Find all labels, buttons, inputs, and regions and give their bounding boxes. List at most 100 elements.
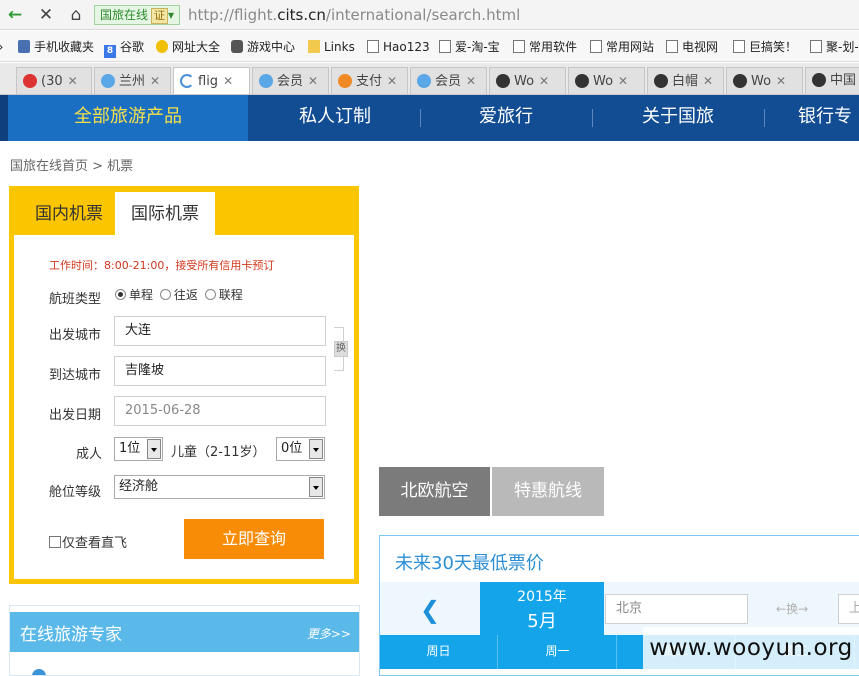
radio-one-way-label: 单程 [129,288,154,302]
favicon-icon [812,73,826,87]
wooyun-icon [575,74,589,88]
home-icon[interactable]: ⌂ [64,4,88,26]
tab-domestic-flights[interactable]: 国内机票 [19,192,119,236]
browser-tab[interactable]: 会员 ✕ [410,67,487,94]
children-select[interactable]: 0位 [276,437,325,461]
search-flights-button[interactable]: 立即查询 [184,519,324,559]
calendar-month: 5月 [527,611,557,632]
calendar-swap-button[interactable]: ←换→ [776,600,808,617]
calendar-grid-start [380,669,859,675]
url-input[interactable]: http://flight.cits.cn/international/sear… [188,4,857,26]
tab-international-flights[interactable]: 国际机票 [115,192,215,236]
close-icon[interactable]: ✕ [703,74,713,88]
adults-select[interactable]: 1位 [114,437,163,461]
back-arrow-icon[interactable]: ← [3,4,27,26]
chevron-left-icon[interactable]: ❮ [420,596,440,624]
cabin-class-label: 舱位等级 [49,485,102,500]
close-icon[interactable]: ✕ [539,74,549,88]
certificate-icon: 证 [151,8,169,24]
direct-only-checkbox[interactable] [49,536,61,548]
close-icon[interactable]: ✕ [466,74,476,88]
breadcrumb[interactable]: 国旅在线首页 > 机票 [10,155,133,174]
browser-tab[interactable]: 会员 ✕ [252,67,329,94]
favicon-icon [101,74,115,88]
calendar-title: 未来30天最低票价 [395,553,544,574]
cabin-class-select[interactable]: 经济舱 [114,475,325,499]
close-icon[interactable]: ✕ [150,74,160,88]
browser-tab[interactable]: (30 ✕ [16,67,92,94]
arrive-city-input[interactable]: 吉隆坡 [114,356,326,386]
tab-special-routes[interactable]: 特惠航线 [492,467,604,516]
radio-one-way[interactable] [115,289,126,300]
radio-round-trip-label: 往返 [173,288,198,302]
nav-private-custom[interactable]: 私人订制 [250,95,420,141]
page-icon [513,40,525,53]
close-icon[interactable]: ✕ [308,74,318,88]
browser-tab[interactable]: Wo ✕ [489,67,566,94]
travel-expert-header: 在线旅游专家 更多>> [10,612,359,652]
favicon-icon [259,74,273,88]
bookmark-item[interactable]: 爱-淘-宝 [439,38,500,56]
browser-tab[interactable]: Wo ✕ [726,67,803,94]
bookmark-item[interactable]: 常用网站 [590,38,654,56]
nav-love-travel[interactable]: 爱旅行 [421,95,591,141]
bookmark-item[interactable]: Links [308,38,355,56]
bookmark-item[interactable]: 8 谷歌 [104,38,144,58]
favicon-icon [23,74,37,88]
calendar-from-city-input[interactable]: 北京 [605,594,748,624]
site-main-nav: 全部旅游产品 私人订制 爱旅行 关于国旅 银行专 [0,95,859,141]
bookmark-item[interactable]: 常用软件 [513,38,577,56]
direct-only-checkbox-group[interactable]: 仅查看直飞 [49,532,127,551]
bookmark-item[interactable]: 聚-划- [810,38,859,56]
browser-tab[interactable]: Wo ✕ [568,67,645,94]
browser-tab[interactable]: 白帽 ✕ [647,67,724,94]
page-icon [810,40,822,53]
bookmarks-overflow-icon[interactable]: » [0,38,3,56]
stop-icon[interactable]: ✕ [34,4,58,26]
bookmark-item[interactable]: 电视网 [666,38,718,56]
close-icon[interactable]: ✕ [68,74,78,88]
calendar-to-city-input[interactable]: 上 [838,594,859,624]
bookmark-item[interactable]: Hao123 [367,38,430,56]
swap-cities-button[interactable]: 换 [334,341,348,357]
weekday-sunday: 周日 [380,635,498,669]
nav-about-cits[interactable]: 关于国旅 [593,95,763,141]
trip-type-radio-group: 单程 往返 联程 [115,286,246,303]
close-icon[interactable]: ✕ [618,74,628,88]
bookmark-item[interactable]: 游戏中心 [231,38,295,56]
wooyun-icon [733,74,747,88]
nav-all-products[interactable]: 全部旅游产品 [8,95,248,141]
browser-tab-active[interactable]: flig ✕ [173,67,250,94]
working-hours-notice: 工作时间：8:00-21:00，接受所有信用卡预订 [49,259,275,272]
nav-bank[interactable]: 银行专 [765,95,859,141]
bookmark-item[interactable]: 手机收藏夹 [18,38,94,56]
close-icon[interactable]: ✕ [776,74,786,88]
depart-date-label: 出发日期 [49,408,102,423]
watermark: www.wooyun.org [643,627,859,669]
wooyun-icon [496,74,510,88]
browser-tab[interactable]: 兰州 ✕ [94,67,171,94]
browser-tab[interactable]: 中国 [805,67,859,94]
travel-expert-title: 在线旅游专家 [20,625,122,645]
travel-expert-box: 在线旅游专家 更多>> [9,605,360,676]
depart-date-input[interactable]: 2015-06-28 [114,396,326,426]
browser-tab-strip: (30 ✕ 兰州 ✕ flig ✕ 会员 ✕ 支付 ✕ 会员 ✕ Wo ✕ Wo ✕ 白帽 ✕ W… [0,63,859,95]
radio-multi-city[interactable] [204,289,216,300]
site-identity-badge[interactable]: 国旅在线证 ▾ [94,5,181,25]
calendar-swap-label: 换 [786,602,799,616]
gamepad-icon [231,40,243,53]
depart-city-input[interactable]: 大连 [114,316,326,346]
nav-edge [0,95,8,141]
radio-round-trip[interactable] [159,289,171,300]
tab-sas-airline[interactable]: 北欧航空 [379,467,490,516]
page-icon [733,40,745,53]
browser-tab[interactable]: 支付 ✕ [331,67,408,94]
more-link[interactable]: 更多>> [307,625,351,642]
bookmark-item[interactable]: 巨搞笑！ [733,38,797,56]
chevron-down-icon [309,439,323,459]
calendar-current-month: 2015年 5月 [480,582,604,636]
bookmarks-bar: » 手机收藏夹 8谷歌 网址大全 游戏中心 Links Hao123 爱-淘-宝… [0,31,859,62]
bookmark-item[interactable]: 网址大全 [156,38,220,56]
close-icon[interactable]: ✕ [387,74,397,88]
close-icon[interactable]: ✕ [223,74,233,88]
